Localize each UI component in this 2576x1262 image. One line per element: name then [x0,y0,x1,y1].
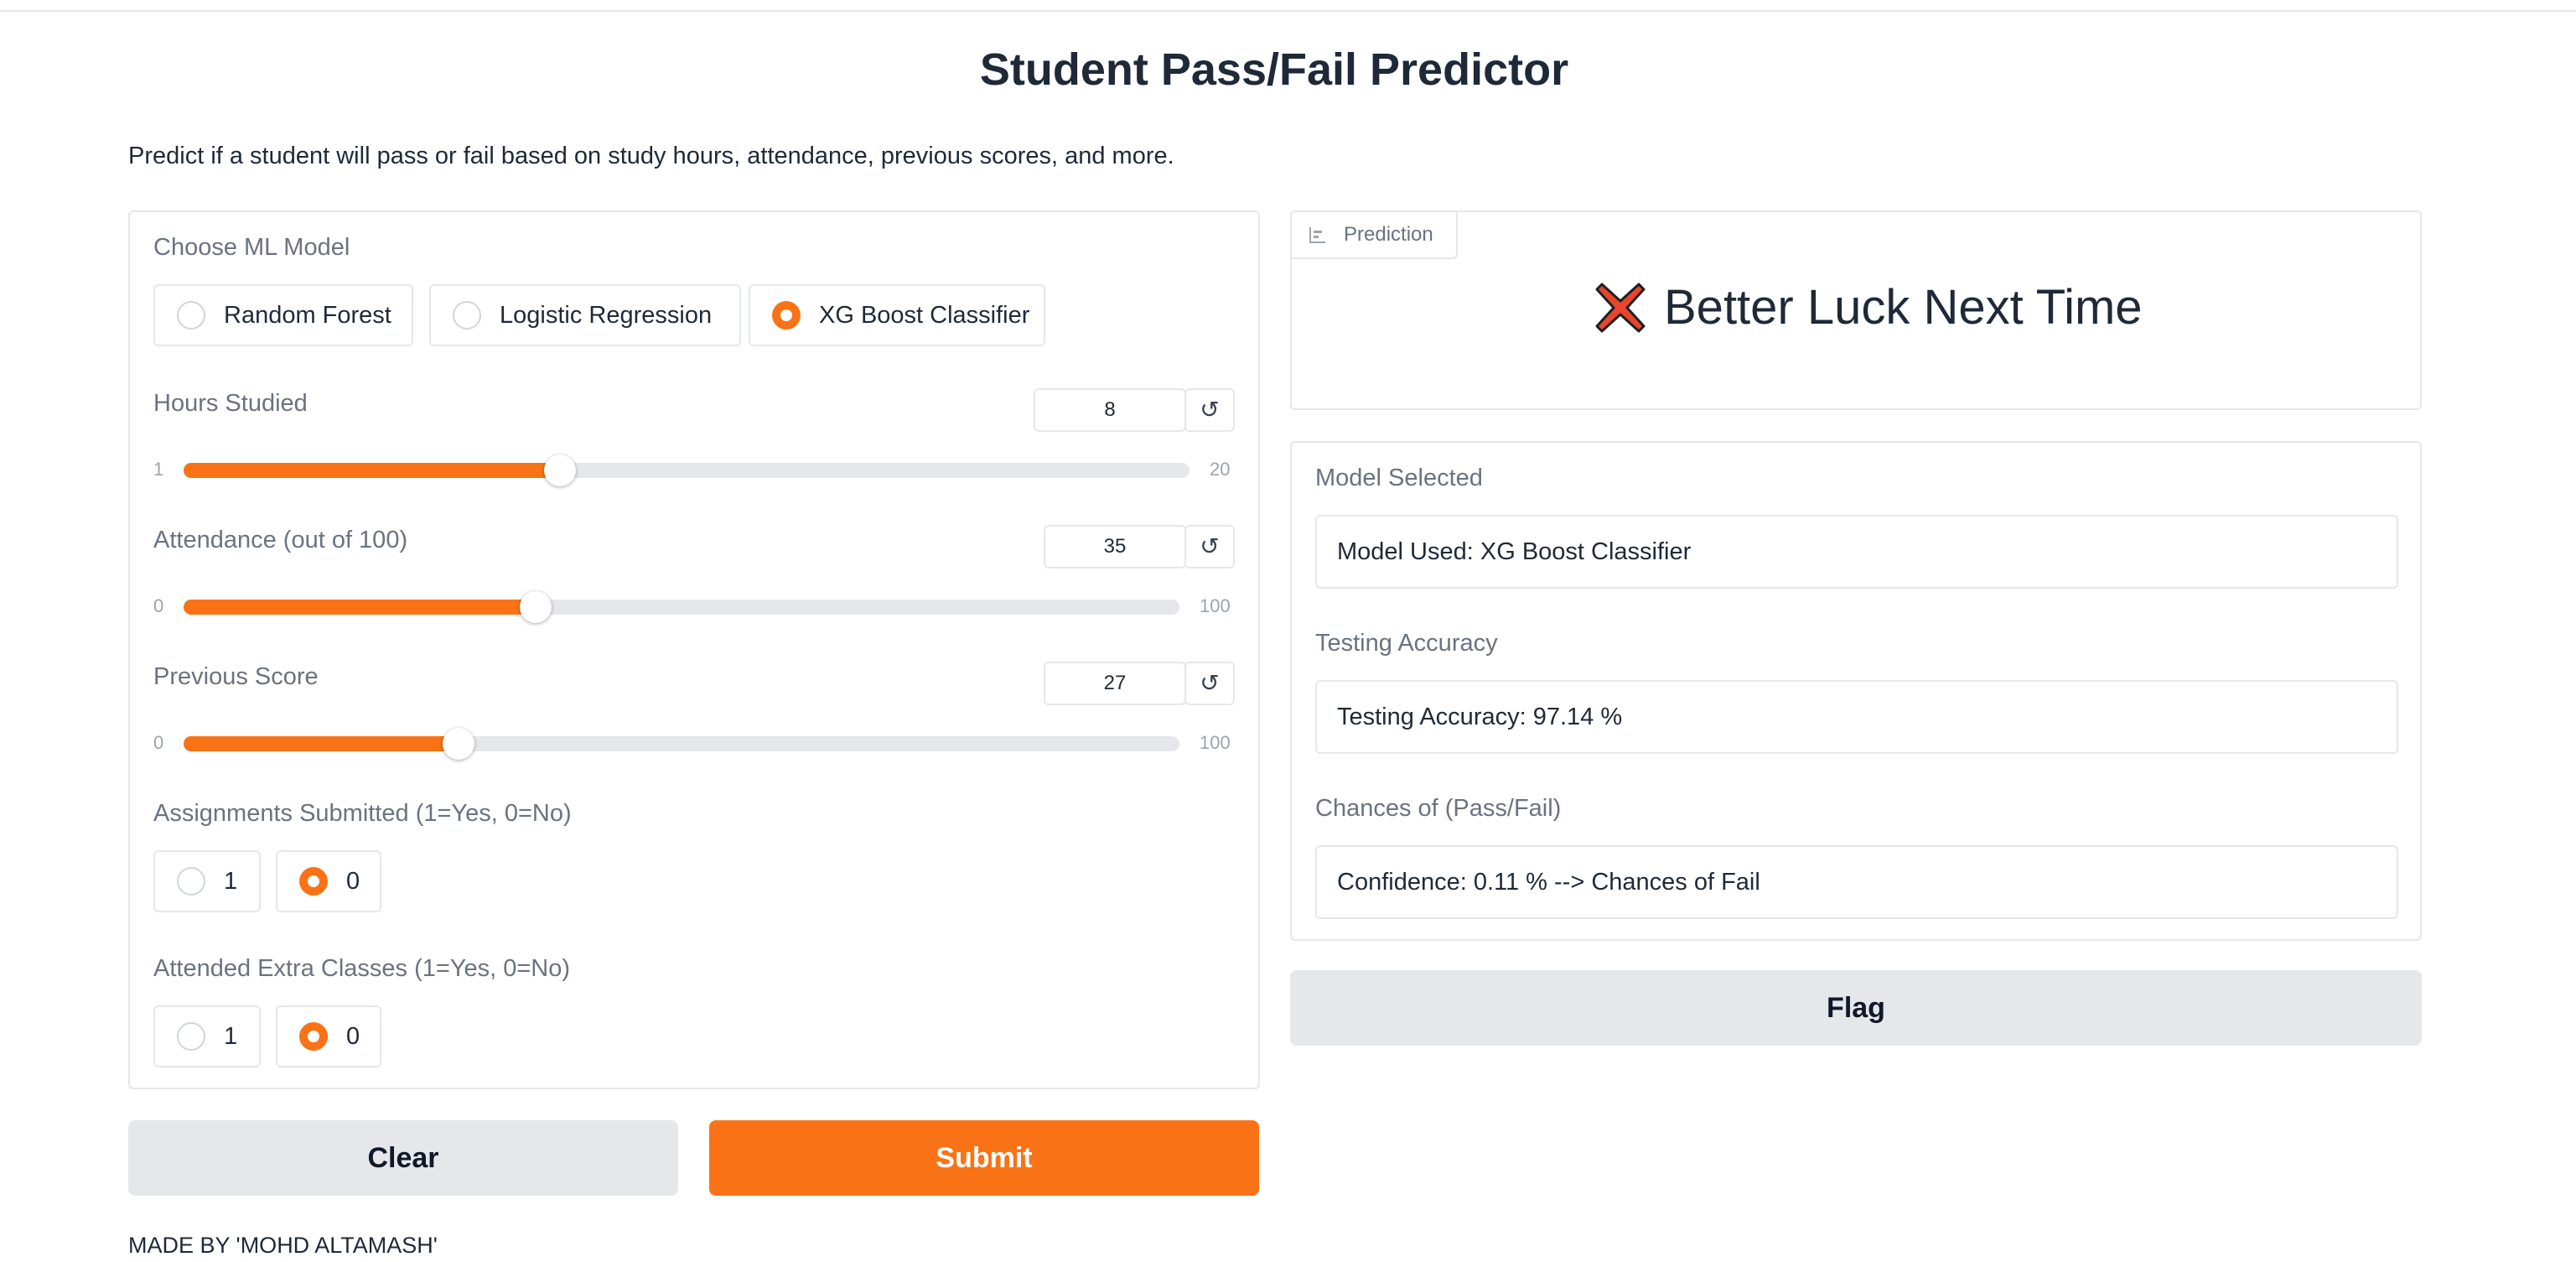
previous-score-slider-fill [184,736,459,751]
radio-assignments-0[interactable]: 0 [276,850,381,912]
top-divider [0,10,2576,12]
radio-label: Logistic Regression [500,301,713,329]
radio-label: 1 [224,1022,238,1050]
previous-score-slider-thumb[interactable] [443,728,474,760]
prediction-text: Better Luck Next Time [1664,280,2143,335]
clear-button[interactable]: Clear [128,1120,678,1196]
previous-score-label: Previous Score [153,663,319,690]
attendance-label: Attendance (out of 100) [153,527,408,553]
attendance-input[interactable]: 35 [1044,525,1186,569]
radio-random-forest[interactable]: Random Forest [153,284,413,346]
testing-accuracy-output: Testing Accuracy: 97.14 % [1315,680,2398,754]
hours-reset-button[interactable]: ↺ [1184,388,1235,432]
attendance-min-label: 0 [153,595,164,616]
chart-icon [1309,227,1325,243]
attendance-max-label: 100 [1200,595,1231,616]
hours-slider-thumb[interactable] [544,454,576,486]
prediction-tab: Prediction [1292,212,1458,259]
radio-circle-icon [177,867,205,896]
hours-slider-fill [184,463,560,478]
model-selected-label: Model Selected [1315,465,1483,491]
radio-circle-icon [177,1022,205,1051]
hours-max-label: 20 [1210,459,1231,480]
chances-output: Confidence: 0.11 % --> Chances of Fail [1315,845,2398,919]
assignments-label: Assignments Submitted (1=Yes, 0=No) [153,800,572,827]
testing-accuracy-label: Testing Accuracy [1315,630,1498,657]
radio-label: 0 [346,1022,360,1050]
page-description: Predict if a student will pass or fail b… [128,143,1174,169]
radio-xg-boost[interactable]: XG Boost Classifier [749,284,1045,346]
radio-label: 0 [346,867,360,895]
hours-slider-track[interactable] [184,454,1190,486]
attendance-reset-button[interactable]: ↺ [1184,525,1235,569]
prediction-panel: Prediction Better Luck Next Time [1290,210,2422,410]
chances-label: Chances of (Pass/Fail) [1315,795,1562,822]
radio-label: 1 [224,867,238,895]
radio-extra-classes-0[interactable]: 0 [276,1005,381,1067]
radio-label: XG Boost Classifier [819,301,1030,329]
flag-button[interactable]: Flag [1290,970,2422,1046]
input-panel: Choose ML Model Random Forest Logistic R… [128,210,1260,1089]
radio-logistic-regression[interactable]: Logistic Regression [429,284,741,346]
radio-extra-classes-1[interactable]: 1 [153,1005,261,1067]
footer-credit: MADE BY 'MOHD ALTAMASH' [128,1233,438,1258]
attendance-slider-fill [184,600,536,615]
attendance-slider-thumb[interactable] [520,591,552,623]
output-panel: Model Selected Model Used: XG Boost Clas… [1290,441,2422,941]
radio-label: Random Forest [224,301,391,329]
previous-score-reset-button[interactable]: ↺ [1184,662,1235,705]
previous-score-max-label: 100 [1200,732,1231,753]
model-selected-output: Model Used: XG Boost Classifier [1315,515,2398,589]
previous-score-input[interactable]: 27 [1044,662,1186,705]
radio-circle-icon [453,301,481,330]
prediction-result: Better Luck Next Time [1594,279,2143,335]
hours-studied-input[interactable]: 8 [1034,388,1186,432]
model-label: Choose ML Model [153,234,350,261]
prediction-tab-label: Prediction [1344,223,1433,246]
radio-circle-icon [177,301,205,330]
hours-min-label: 1 [153,459,164,480]
radio-selected-icon [299,867,328,896]
submit-button[interactable]: Submit [709,1120,1259,1196]
page-title: Student Pass/Fail Predictor [979,44,1569,95]
extra-classes-label: Attended Extra Classes (1=Yes, 0=No) [153,955,571,982]
previous-score-slider-track[interactable] [184,728,1179,760]
radio-selected-icon [772,301,801,330]
radio-assignments-1[interactable]: 1 [153,850,261,912]
cross-mark-icon [1595,283,1646,332]
previous-score-min-label: 0 [153,732,164,753]
radio-selected-icon [299,1022,328,1051]
hours-studied-label: Hours Studied [153,390,308,417]
attendance-slider-track[interactable] [184,591,1179,623]
